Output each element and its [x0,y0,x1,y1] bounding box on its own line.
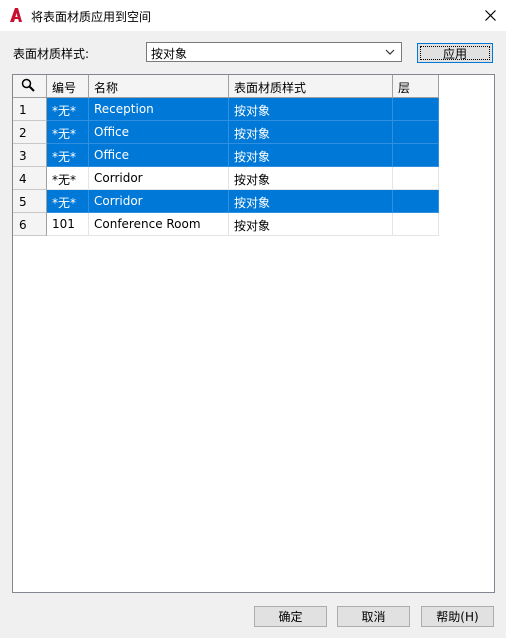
row-header[interactable]: 4 [13,167,47,190]
cell-number[interactable]: *无* [47,121,89,144]
cell-number[interactable]: 101 [47,213,89,236]
grid-search-button[interactable] [13,75,47,98]
column-header-name[interactable]: 名称 [89,75,229,98]
row-header[interactable]: 5 [13,190,47,213]
apply-button-label: 应用 [442,46,467,61]
cell-number[interactable]: *无* [47,167,89,190]
cancel-button[interactable]: 取消 [337,606,410,627]
cell-layer[interactable] [393,121,439,144]
surface-style-label: 表面材质样式: [13,47,90,61]
close-button[interactable] [476,2,504,28]
cell-layer[interactable] [393,167,439,190]
cell-layer[interactable] [393,213,439,236]
cell-name[interactable]: Corridor [89,190,229,213]
row-header[interactable]: 3 [13,144,47,167]
ok-button[interactable]: 确定 [254,606,327,627]
autocad-app-icon [10,8,22,22]
ok-button-label: 确定 [278,610,303,624]
cell-surface-style[interactable]: 按对象 [229,121,393,144]
close-icon [484,9,496,21]
apply-button[interactable]: 应用 [417,43,493,63]
cancel-button-label: 取消 [361,610,386,624]
cell-layer[interactable] [393,98,439,121]
search-icon [21,78,35,92]
row-header[interactable]: 1 [13,98,47,121]
cell-surface-style[interactable]: 按对象 [229,190,393,213]
help-button[interactable]: 帮助(H) [421,606,494,627]
cell-name[interactable]: Conference Room [89,213,229,236]
cell-name[interactable]: Corridor [89,167,229,190]
cell-number[interactable]: *无* [47,190,89,213]
cell-number[interactable]: *无* [47,144,89,167]
cell-layer[interactable] [393,144,439,167]
cell-surface-style[interactable]: 按对象 [229,98,393,121]
cell-surface-style[interactable]: 按对象 [229,167,393,190]
cell-number[interactable]: *无* [47,98,89,121]
spaces-grid: 编号 名称 表面材质样式 层 1 *无* Reception 按对象 2 *无* Offic… [12,74,495,593]
chevron-down-icon [385,49,395,55]
cell-layer[interactable] [393,190,439,213]
column-header-surface-style[interactable]: 表面材质样式 [229,75,393,98]
surface-style-value: 按对象 [151,47,188,61]
cell-name[interactable]: Office [89,121,229,144]
row-header[interactable]: 2 [13,121,47,144]
window-title: 将表面材质应用到空间 [31,10,152,24]
cell-name[interactable]: Office [89,144,229,167]
row-header[interactable]: 6 [13,213,47,236]
cell-surface-style[interactable]: 按对象 [229,144,393,167]
cell-surface-style[interactable]: 按对象 [229,213,393,236]
cell-name[interactable]: Reception [89,98,229,121]
surface-style-dropdown[interactable]: 按对象 [146,42,402,62]
title-bar: 将表面材质应用到空间 [0,0,506,31]
column-header-layer[interactable]: 层 [393,75,439,98]
help-button-label: 帮助(H) [436,610,479,624]
column-header-number[interactable]: 编号 [47,75,89,98]
